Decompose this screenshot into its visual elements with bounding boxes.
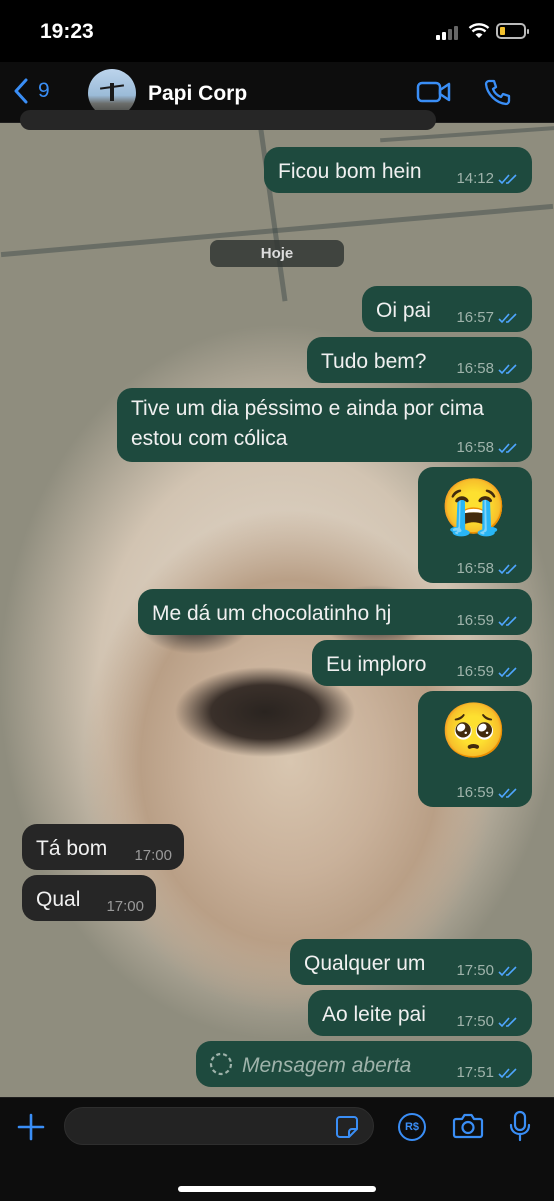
read-ticks-icon xyxy=(498,965,517,976)
message-bubble-outgoing[interactable]: Me dá um chocolatinho hj 16:59 xyxy=(138,589,532,635)
phone-icon[interactable] xyxy=(484,78,512,106)
message-text: Mensagem aberta xyxy=(242,1054,412,1077)
home-indicator xyxy=(178,1186,376,1192)
camera-icon[interactable] xyxy=(452,1112,484,1140)
plus-icon[interactable] xyxy=(16,1112,46,1142)
message-text: Tá bom xyxy=(36,837,108,860)
message-bubble-outgoing[interactable]: Oi pai 16:57 xyxy=(362,286,532,332)
message-meta: 17:50 xyxy=(456,1013,520,1030)
composer-bar: R$ xyxy=(0,1097,554,1201)
message-bubble-outgoing[interactable]: Qualquer um 17:50 xyxy=(290,939,532,985)
message-text-line-1: Tive um dia péssimo e ainda por cima xyxy=(131,397,484,420)
message-bubble-incoming[interactable]: Qual 17:00 xyxy=(22,875,156,921)
message-text: Qualquer um xyxy=(304,952,426,975)
message-meta: 17:00 xyxy=(106,898,144,915)
message-meta: 17:00 xyxy=(134,847,172,864)
status-bar: 19:23 xyxy=(0,0,554,62)
payment-button[interactable]: R$ xyxy=(398,1113,426,1141)
message-meta: 17:50 xyxy=(456,962,520,979)
read-ticks-icon xyxy=(498,442,517,453)
message-text: Qual xyxy=(36,888,81,911)
video-call-icon[interactable] xyxy=(416,80,452,104)
message-meta: 14:12 xyxy=(456,170,520,187)
message-meta: 16:59 xyxy=(456,784,520,801)
payment-icon-text: R$ xyxy=(404,1121,420,1133)
message-text: Eu imploro xyxy=(326,653,427,676)
message-text: Ficou bom hein xyxy=(278,160,422,183)
message-text: Me dá um chocolatinho hj xyxy=(152,602,392,625)
message-text: Oi pai xyxy=(376,299,431,322)
message-meta: 16:58 xyxy=(456,439,520,456)
message-meta: 16:59 xyxy=(456,663,520,680)
contact-name[interactable]: Papi Corp xyxy=(148,82,247,106)
day-separator: Hoje xyxy=(210,240,344,267)
back-button[interactable]: 9 xyxy=(14,78,50,104)
message-input[interactable] xyxy=(64,1107,374,1145)
message-meta: 16:59 xyxy=(456,612,520,629)
microphone-icon[interactable] xyxy=(508,1110,532,1142)
message-text: Tudo bem? xyxy=(321,350,427,373)
sticker-icon[interactable] xyxy=(335,1115,359,1139)
message-bubble-outgoing[interactable]: Ficou bom hein 14:12 xyxy=(264,147,532,193)
message-meta: 17:51 xyxy=(456,1064,520,1081)
read-ticks-icon xyxy=(498,1016,517,1027)
partial-message-bubble xyxy=(20,110,436,130)
message-bubble-outgoing[interactable]: Ao leite pai 17:50 xyxy=(308,990,532,1036)
battery-icon xyxy=(496,23,529,39)
read-ticks-icon xyxy=(498,1067,517,1078)
message-meta: 16:57 xyxy=(456,309,520,326)
chevron-left-icon xyxy=(14,78,28,104)
read-ticks-icon xyxy=(498,787,517,798)
message-meta: 16:58 xyxy=(456,560,520,577)
message-text-line-2: estou com cólica xyxy=(131,427,288,450)
message-text: Ao leite pai xyxy=(322,1003,426,1026)
wifi-icon xyxy=(468,23,490,38)
message-bubble-outgoing[interactable]: 🥺 16:59 xyxy=(418,691,532,807)
back-count: 9 xyxy=(38,79,50,102)
message-bubble-outgoing[interactable]: 😭 16:58 xyxy=(418,467,532,583)
message-bubble-outgoing[interactable]: Tive um dia péssimo e ainda por cima est… xyxy=(117,388,532,462)
read-ticks-icon xyxy=(498,363,517,374)
view-once-message-bubble[interactable]: Mensagem aberta 17:51 xyxy=(196,1041,532,1087)
read-ticks-icon xyxy=(498,563,517,574)
pleading-face-emoji: 🥺 xyxy=(440,701,508,761)
message-bubble-outgoing[interactable]: Eu imploro 16:59 xyxy=(312,640,532,686)
message-bubble-incoming[interactable]: Tá bom 17:00 xyxy=(22,824,184,870)
read-ticks-icon xyxy=(498,615,517,626)
message-meta: 16:58 xyxy=(456,360,520,377)
read-ticks-icon xyxy=(498,312,517,323)
read-ticks-icon xyxy=(498,666,517,677)
message-bubble-outgoing[interactable]: Tudo bem? 16:58 xyxy=(307,337,532,383)
cellular-signal-icon xyxy=(436,26,458,40)
view-once-icon xyxy=(209,1052,233,1076)
status-time: 19:23 xyxy=(40,20,94,43)
crying-face-emoji: 😭 xyxy=(440,477,508,537)
read-ticks-icon xyxy=(498,173,517,184)
